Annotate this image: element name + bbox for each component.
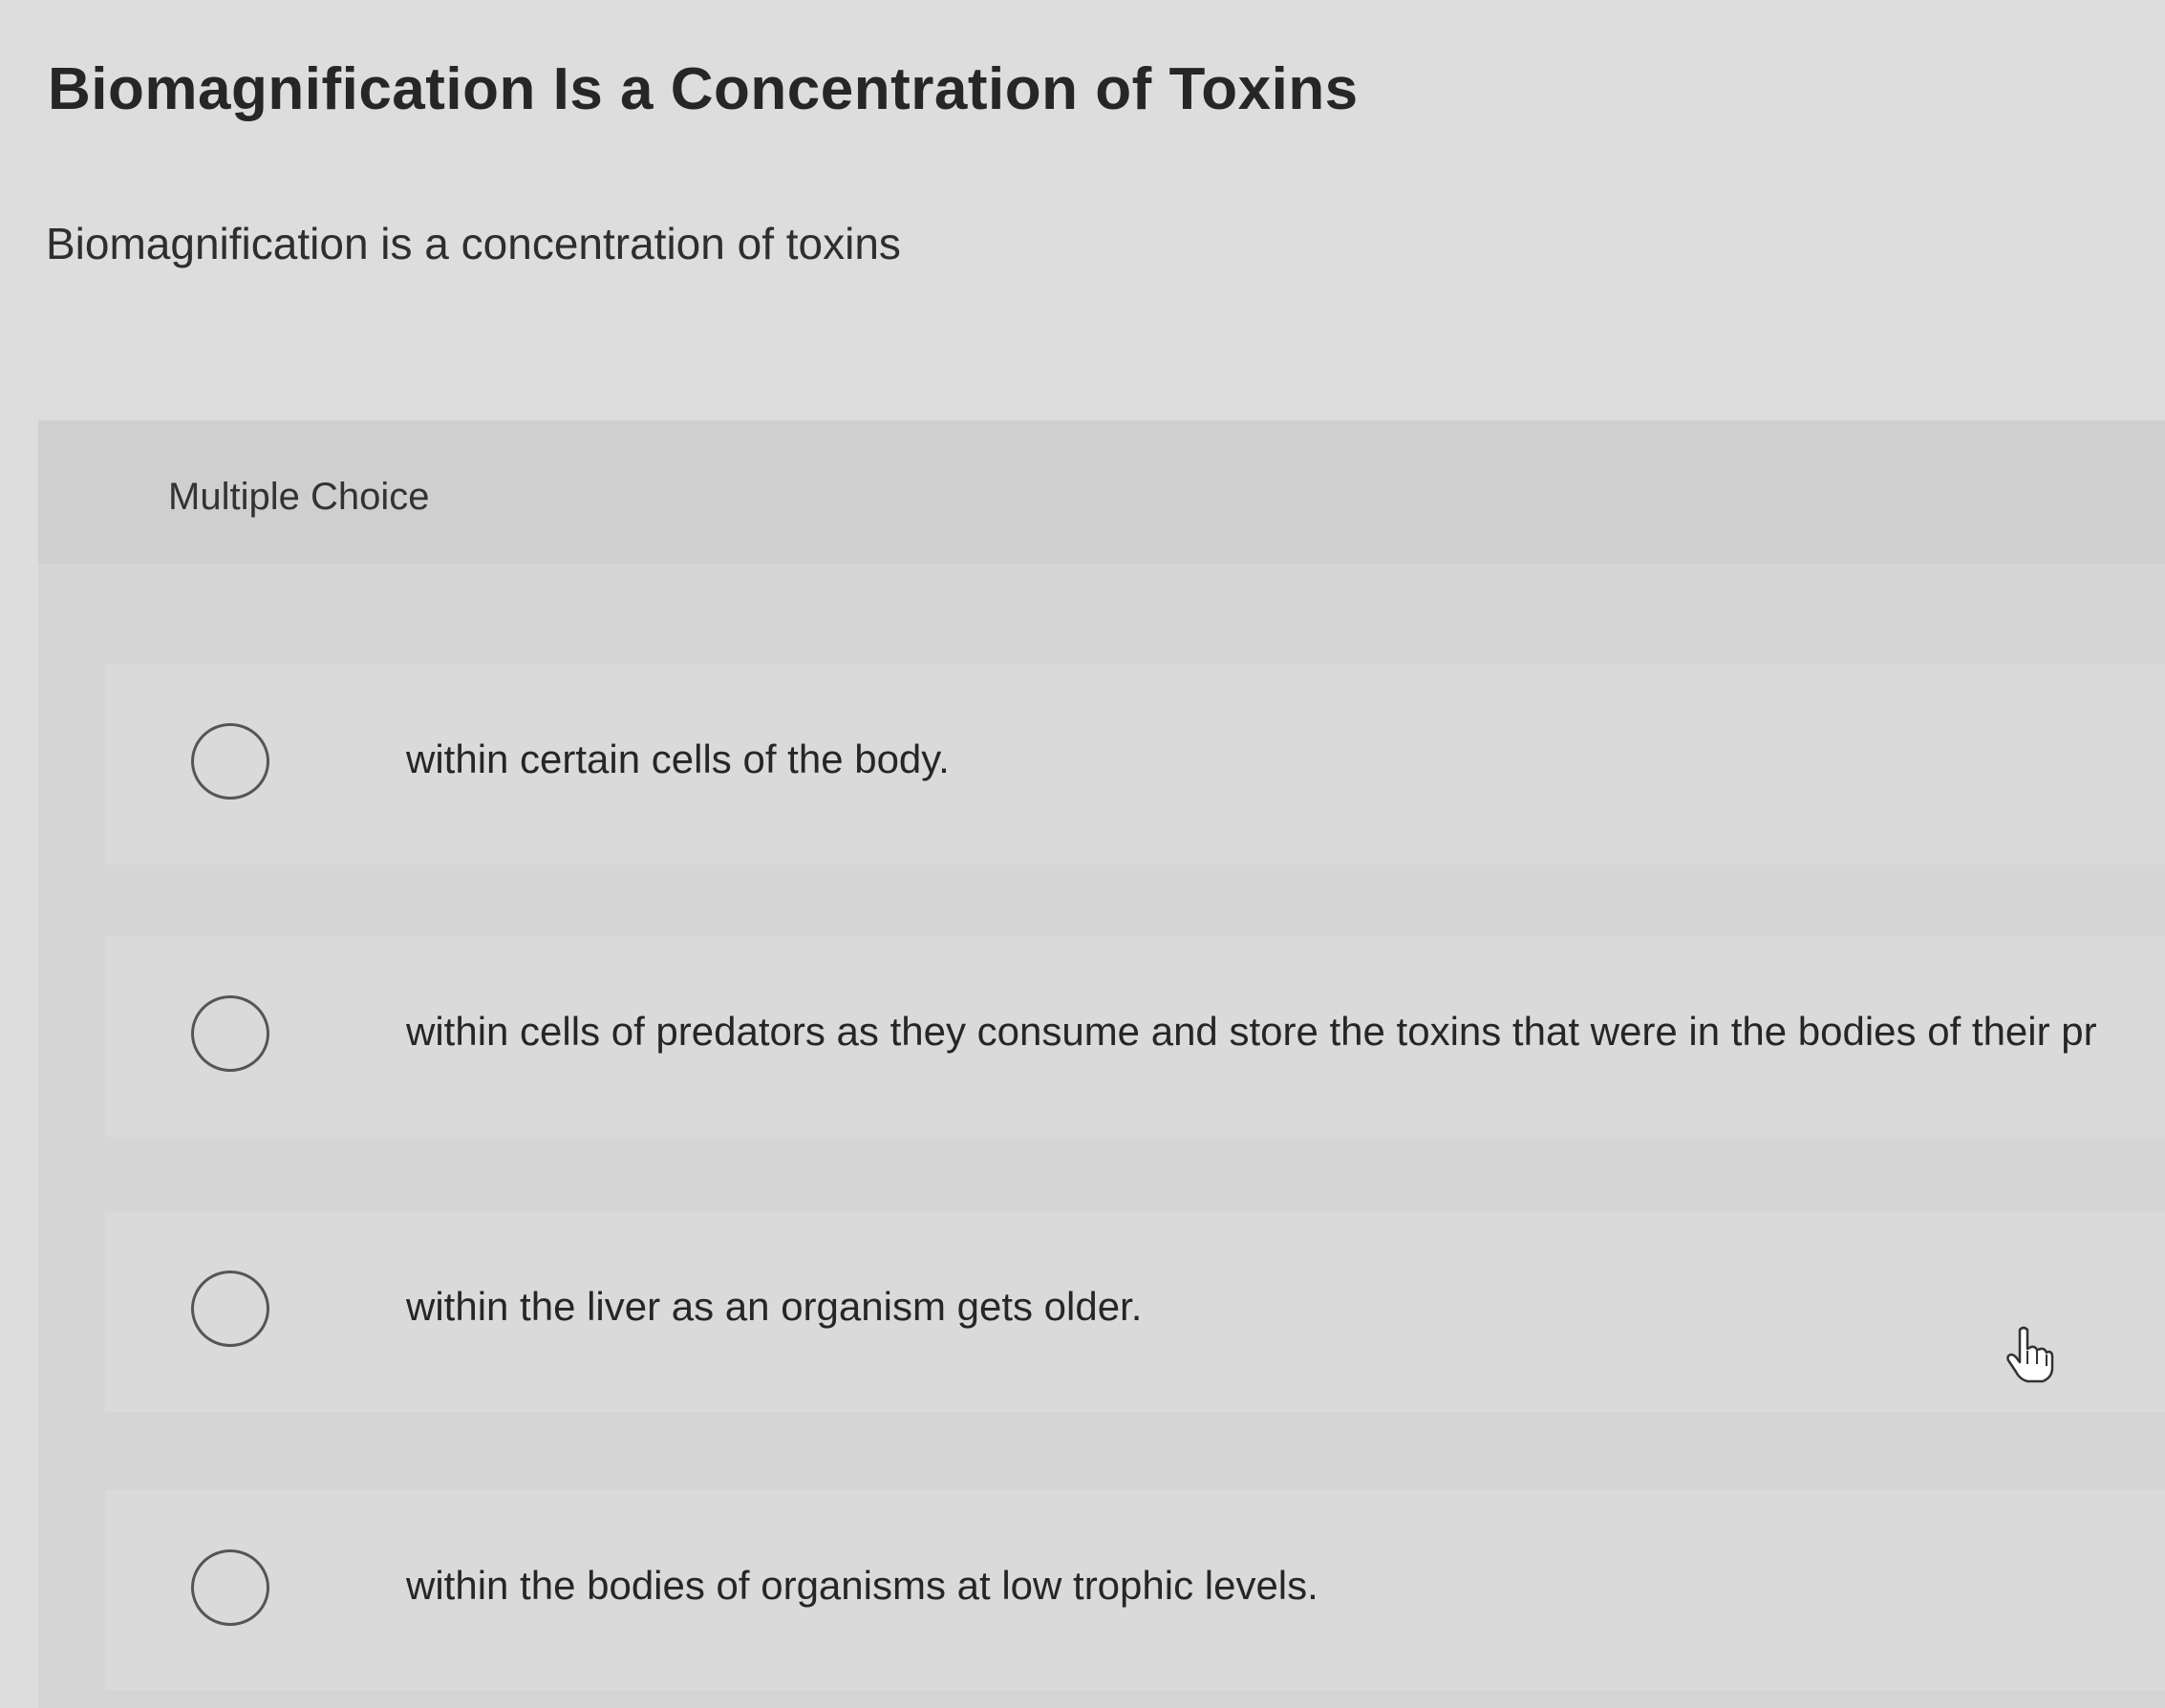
answer-option-4[interactable]: within the bodies of organisms at low tr… [105, 1490, 2165, 1691]
answer-option-label: within the liver as an organism gets old… [406, 1284, 1143, 1329]
radio-unselected-icon[interactable] [191, 723, 269, 800]
radio-unselected-icon[interactable] [191, 1270, 269, 1347]
hand-pointer-icon [2006, 1326, 2054, 1383]
answer-option-label: within the bodies of organisms at low tr… [406, 1563, 1318, 1608]
radio-unselected-icon[interactable] [191, 1549, 269, 1626]
question-prompt: Biomagnification is a concentration of t… [46, 219, 901, 268]
page-title: Biomagnification Is a Concentration of T… [48, 56, 1359, 122]
answer-option-1[interactable]: within certain cells of the body. [105, 664, 2165, 865]
question-panel: Multiple Choice within certain cells of … [38, 420, 2165, 1708]
answer-option-label: within certain cells of the body. [406, 737, 950, 781]
radio-unselected-icon[interactable] [191, 995, 269, 1072]
panel-header: Multiple Choice [38, 420, 2165, 564]
answer-option-3[interactable]: within the liver as an organism gets old… [105, 1211, 2165, 1412]
answer-option-label: within cells of predators as they consum… [406, 1009, 2097, 1054]
answer-option-2[interactable]: within cells of predators as they consum… [105, 936, 2165, 1137]
question-type-label: Multiple Choice [168, 476, 430, 518]
